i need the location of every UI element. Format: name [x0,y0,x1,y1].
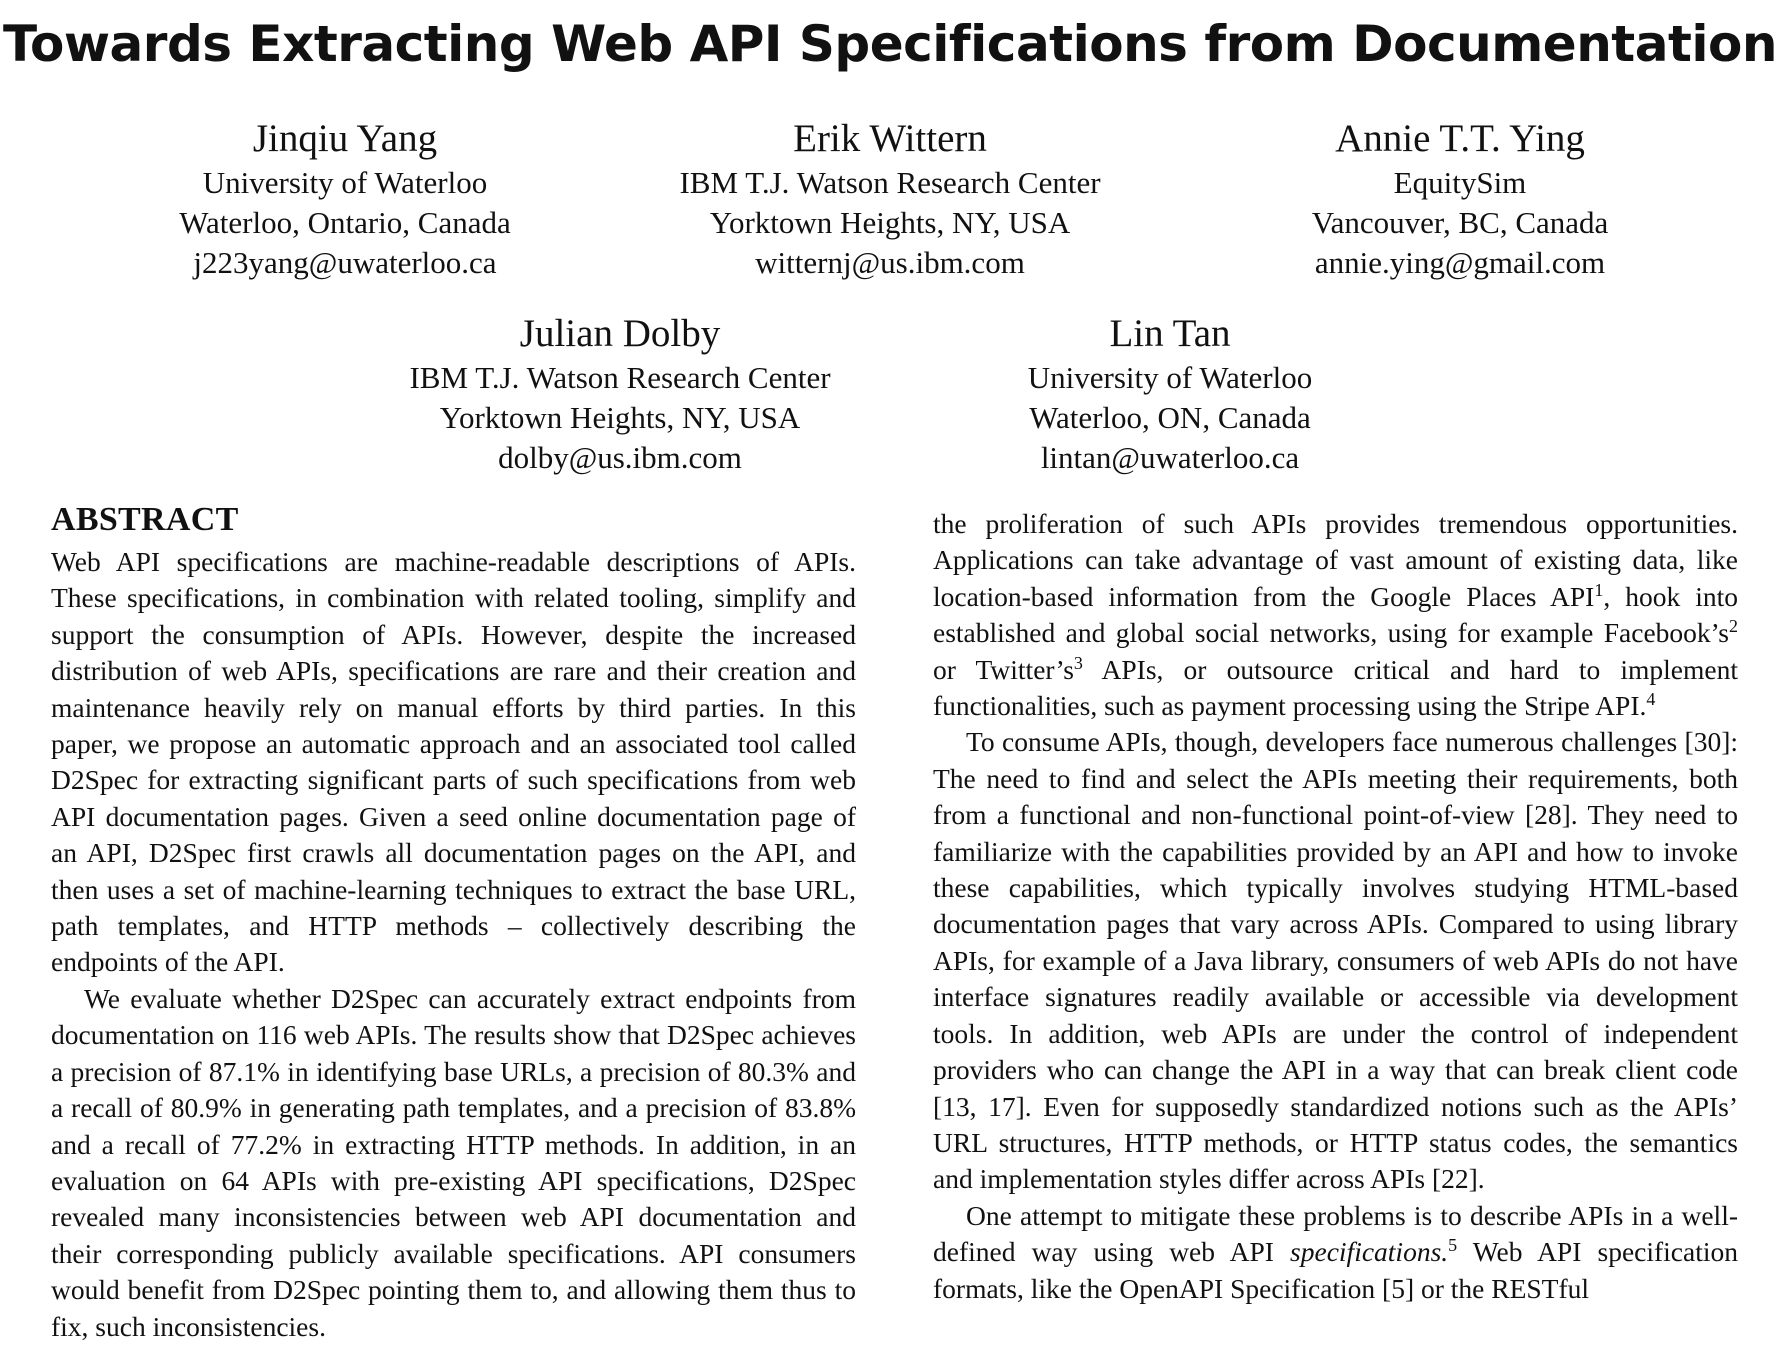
footnote-marker: 5 [1448,1234,1458,1255]
emphasis-text: specifications. [1290,1236,1449,1268]
paper-title: Towards Extracting Web API Specification… [3,15,1777,73]
author-name: Jinqiu Yang [252,117,438,160]
author-affiliation: EquitySim [1393,165,1527,200]
footnote-marker: 4 [1646,688,1656,709]
left-column: ABSTRACT Web API specifications are mach… [51,498,856,1345]
author-affiliation: University of Waterloo [202,165,488,200]
author-email: dolby@us.ibm.com [498,440,742,475]
footnote-marker: 1 [1594,579,1604,600]
author-email: annie.ying@gmail.com [1314,245,1606,280]
author-affiliation: University of Waterloo [1027,360,1313,395]
body-paragraph: One attempt to mitigate these problems i… [933,1198,1738,1307]
author-affiliation: IBM T.J. Watson Research Center [409,360,831,395]
author-name: Erik Wittern [793,117,987,160]
abstract-paragraph: Web API specifications are machine-reada… [51,546,856,978]
author-location: Vancouver, BC, Canada [1311,205,1609,240]
body-paragraph: To consume APIs, though, developers face… [933,726,1738,1195]
abstract-heading: ABSTRACT [51,501,239,538]
author-location: Yorktown Heights, NY, USA [709,205,1071,240]
author-name: Lin Tan [1109,312,1231,355]
author-location: Yorktown Heights, NY, USA [439,400,801,435]
author-block: Jinqiu Yang University of Waterloo Water… [105,115,585,283]
footnote-marker: 3 [1073,652,1083,673]
author-location: Waterloo, ON, Canada [1029,400,1311,435]
author-email: lintan@uwaterloo.ca [1040,440,1300,475]
author-block: Julian Dolby IBM T.J. Watson Research Ce… [360,310,880,478]
author-location: Waterloo, Ontario, Canada [179,205,511,240]
text-run: or Twitter’s [933,653,1074,685]
author-email: j223yang@uwaterloo.ca [193,245,497,280]
author-block: Erik Wittern IBM T.J. Watson Research Ce… [630,115,1150,283]
author-affiliation: IBM T.J. Watson Research Center [679,165,1101,200]
footnote-marker: 2 [1729,616,1738,637]
abstract-paragraph: We evaluate whether D2Spec can accuratel… [51,982,856,1342]
author-block: Annie T.T. Ying EquitySim Vancouver, BC,… [1220,115,1700,283]
author-name: Julian Dolby [519,312,721,355]
author-email: witternj@us.ibm.com [755,245,1025,280]
body-paragraph: the proliferation of such APIs provides … [933,506,1738,724]
author-block: Lin Tan University of Waterloo Waterloo,… [950,310,1390,478]
right-column: the proliferation of such APIs provides … [933,506,1738,1307]
author-name: Annie T.T. Ying [1335,117,1585,160]
